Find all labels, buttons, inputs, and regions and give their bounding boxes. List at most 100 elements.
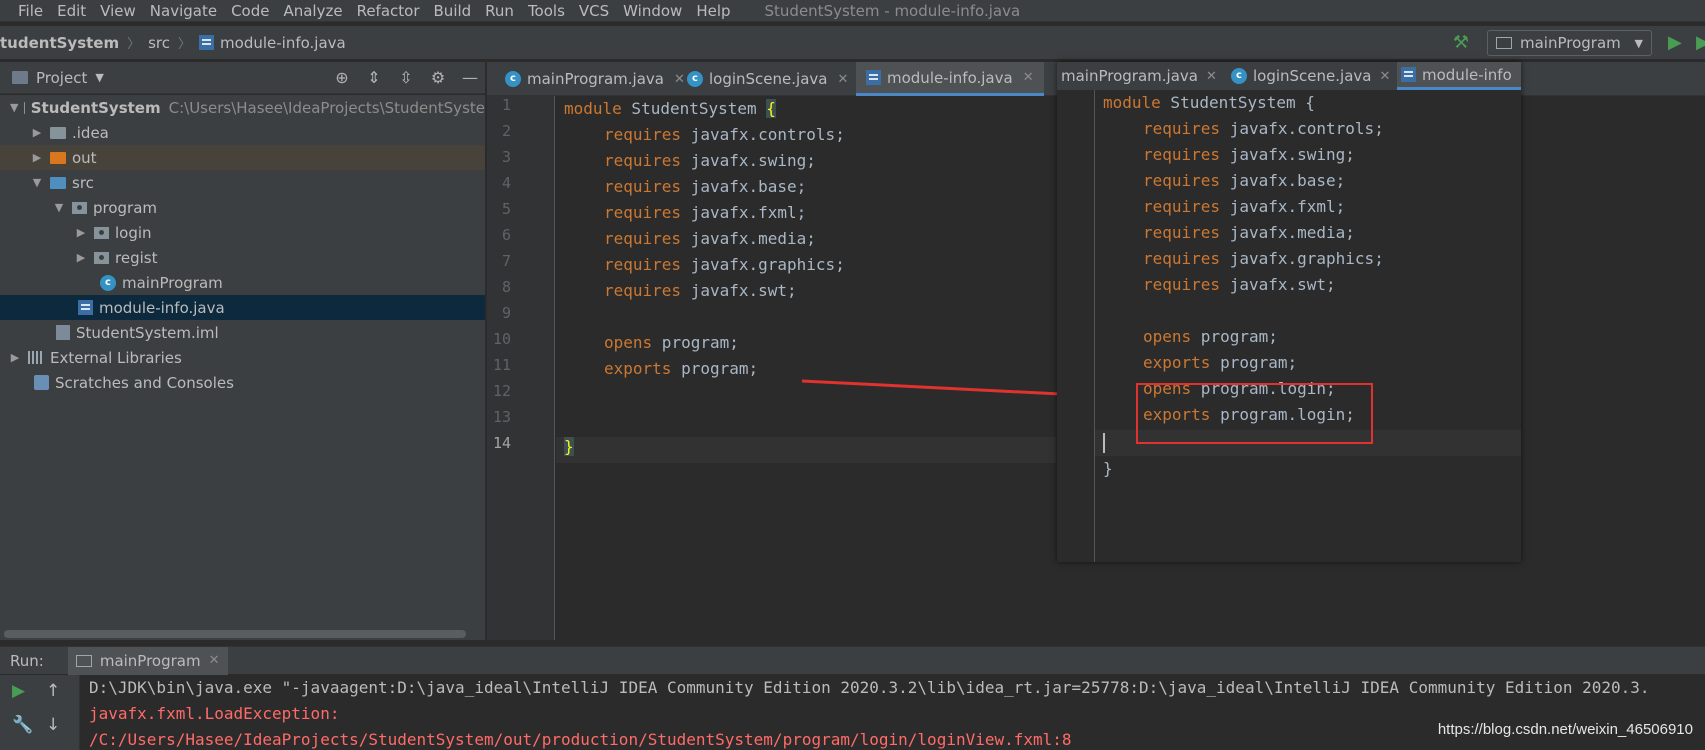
code-line: opens program;	[604, 333, 739, 352]
console-error-line: javafx.fxml.LoadException:	[89, 704, 340, 723]
close-icon[interactable]: ✕	[1023, 70, 1034, 85]
chevron-down-icon[interactable]: ▼	[10, 101, 18, 114]
line-number: 11	[492, 356, 511, 374]
tab-label: mainProgram.java	[1061, 67, 1198, 85]
code-line: }	[564, 434, 574, 460]
tree-item-iml[interactable]: StudentSystem.iml	[0, 320, 485, 345]
project-tree: ▼ StudentSystem C:\Users\Hasee\IdeaProje…	[0, 95, 485, 640]
horizontal-scrollbar[interactable]	[4, 630, 466, 638]
breadcrumb-file[interactable]: module-info.java	[220, 34, 346, 52]
tab-module-info[interactable]: module-info.java ✕	[856, 62, 1044, 96]
tree-item-label: External Libraries	[50, 348, 182, 367]
matched-brace: }	[564, 437, 574, 456]
text-caret	[1103, 433, 1105, 453]
gear-icon[interactable]: ⚙	[429, 68, 447, 87]
close-icon: ✕	[1205, 68, 1217, 84]
tree-item-external-libraries[interactable]: ▶ External Libraries	[0, 345, 485, 370]
wrench-icon[interactable]: 🔧	[12, 715, 33, 735]
menu-edit[interactable]: Edit	[57, 2, 86, 20]
close-icon[interactable]: ✕	[209, 653, 220, 668]
down-arrow-icon[interactable]: ↓	[46, 715, 60, 735]
menu-code[interactable]: Code	[231, 2, 269, 20]
breadcrumb-project[interactable]: tudentSystem	[0, 34, 119, 52]
navigation-bar: tudentSystem 〉 src 〉 module-info.java ⚒ …	[0, 26, 1705, 60]
tree-item-program[interactable]: ▼ program	[0, 195, 485, 220]
tree-item-login[interactable]: ▶ login	[0, 220, 485, 245]
tree-item-label: StudentSystem	[30, 98, 161, 117]
rerun-icon[interactable]: ▶	[12, 681, 25, 701]
menu-vcs[interactable]: VCS	[579, 2, 609, 20]
tree-item-scratches[interactable]: Scratches and Consoles	[0, 370, 485, 395]
excluded-folder-icon	[50, 151, 66, 164]
overlay-code-line: opens program;	[1143, 327, 1278, 346]
up-arrow-icon[interactable]: ↑	[46, 681, 60, 701]
overlay-code-line: requires javafx.controls;	[1143, 119, 1384, 138]
menu-file[interactable]: File	[18, 2, 43, 20]
line-number-current: 14	[492, 434, 511, 452]
tree-item-regist[interactable]: ▶ regist	[0, 245, 485, 270]
overlay-tab-module-info: module-info	[1397, 62, 1521, 90]
breadcrumb-src[interactable]: src	[148, 34, 170, 52]
chevron-right-icon[interactable]: ▶	[30, 151, 44, 164]
menu-build[interactable]: Build	[434, 2, 472, 20]
code-line: requires javafx.media;	[604, 229, 816, 248]
build-hammer-icon[interactable]: ⚒	[1450, 32, 1472, 54]
java-file-icon	[199, 35, 215, 50]
debug-icon[interactable]: ▶	[1696, 32, 1705, 53]
expand-all-icon[interactable]: ⇕	[365, 68, 383, 87]
chevron-right-icon[interactable]: ▶	[30, 126, 44, 139]
menu-analyze[interactable]: Analyze	[283, 2, 342, 20]
tree-item-out[interactable]: ▶ out	[0, 145, 485, 170]
overlay-code-line: requires javafx.swt;	[1143, 275, 1336, 294]
line-number: 9	[501, 304, 511, 322]
menu-view[interactable]: View	[100, 2, 136, 20]
pasted-screenshot: mainProgram.java ✕ c loginScene.java ✕ m…	[1057, 62, 1521, 562]
menu-navigate[interactable]: Navigate	[150, 2, 217, 20]
tree-item-label: module-info.java	[99, 298, 225, 317]
run-tab-mainprogram[interactable]: mainProgram ✕	[67, 646, 228, 675]
chevron-down-icon[interactable]: ▼	[30, 176, 44, 189]
menu-run[interactable]: Run	[485, 2, 514, 20]
chevron-down-icon[interactable]: ▼	[52, 201, 66, 214]
menu-refactor[interactable]: Refactor	[357, 2, 420, 20]
chevron-down-icon[interactable]: ▼	[95, 71, 103, 84]
tab-mainprogram[interactable]: c mainProgram.java ✕	[495, 62, 695, 96]
collapse-all-icon[interactable]: ⇳	[397, 68, 415, 87]
run-icon[interactable]: ▶	[1668, 32, 1682, 53]
close-icon: ✕	[1379, 68, 1391, 84]
class-icon: c	[505, 71, 521, 87]
chevron-right-icon[interactable]: ▶	[8, 351, 22, 364]
code-editor[interactable]: module StudentSystem { requires javafx.c…	[556, 96, 1056, 640]
tree-item-module-info[interactable]: module-info.java	[0, 295, 485, 320]
package-icon	[94, 251, 109, 264]
java-file-icon	[1401, 67, 1416, 82]
tree-item-src[interactable]: ▼ src	[0, 170, 485, 195]
run-console[interactable]: D:\JDK\bin\java.exe "-javaagent:D:\java_…	[81, 675, 1705, 750]
close-icon[interactable]: ✕	[837, 72, 848, 87]
run-config-icon	[1496, 37, 1512, 49]
tree-item-studentsystem[interactable]: ▼ StudentSystem C:\Users\Hasee\IdeaProje…	[0, 95, 485, 120]
menu-window[interactable]: Window	[623, 2, 682, 20]
code-line: requires javafx.graphics;	[604, 255, 845, 274]
menu-help[interactable]: Help	[696, 2, 730, 20]
project-view-label[interactable]: Project	[36, 69, 87, 87]
run-configuration-select[interactable]: mainProgram ▼	[1487, 30, 1652, 56]
tab-loginscene[interactable]: c loginScene.java ✕	[677, 62, 858, 96]
class-icon: c	[687, 71, 703, 87]
tree-item-label: .idea	[72, 123, 109, 142]
source-folder-icon	[50, 176, 66, 189]
chevron-right-icon[interactable]: ▶	[74, 226, 88, 239]
run-label: Run:	[10, 651, 44, 670]
window-title: StudentSystem - module-info.java	[764, 1, 1021, 20]
tree-item-idea[interactable]: ▶ .idea	[0, 120, 485, 145]
menu-tools[interactable]: Tools	[528, 2, 565, 20]
chevron-right-icon[interactable]: ▶	[74, 251, 88, 264]
minimize-icon[interactable]: —	[461, 68, 479, 87]
libraries-icon	[28, 351, 44, 364]
line-number: 6	[501, 226, 511, 244]
line-number: 1	[501, 96, 511, 114]
tree-item-mainprogram[interactable]: c mainProgram	[0, 270, 485, 295]
chevron-down-icon: ▼	[1634, 36, 1643, 50]
tree-item-label: Scratches and Consoles	[55, 373, 234, 392]
locate-icon[interactable]: ⊕	[333, 68, 351, 87]
